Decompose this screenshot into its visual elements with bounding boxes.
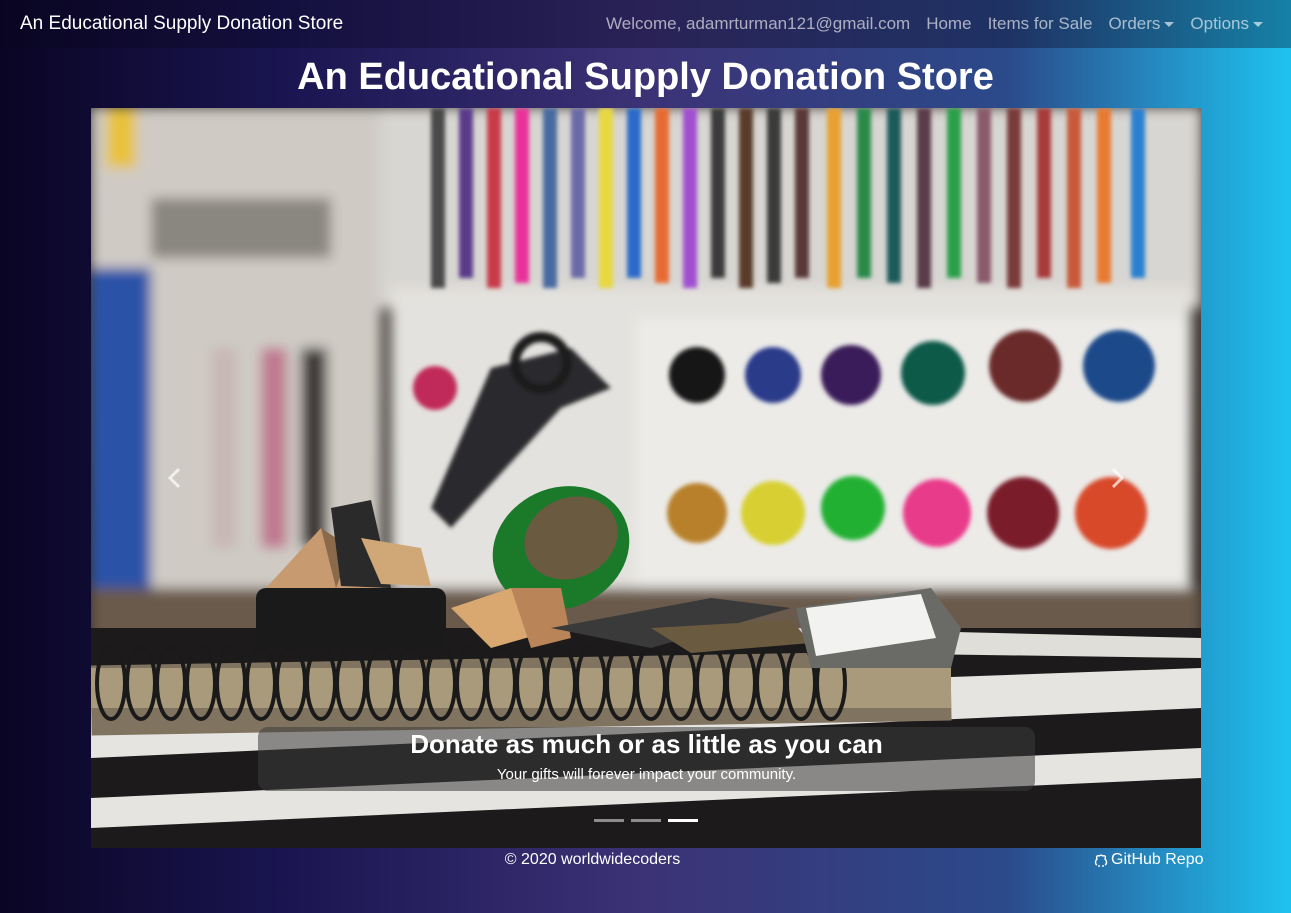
image-carousel: Donate as much or as little as you can Y…: [91, 108, 1201, 848]
navbar: An Educational Supply Donation Store Wel…: [0, 0, 1291, 48]
nav-home-link[interactable]: Home: [926, 14, 971, 34]
nav-options-dropdown[interactable]: Options: [1190, 14, 1263, 34]
options-label: Options: [1190, 14, 1249, 33]
carousel-indicator-2[interactable]: [631, 819, 661, 822]
caption-title: Donate as much or as little as you can: [410, 729, 883, 759]
nav-items-for-sale-link[interactable]: Items for Sale: [988, 14, 1093, 34]
footer-copyright: © 2020 worldwidecoders: [504, 851, 681, 868]
carousel-prev-button[interactable]: [144, 448, 204, 508]
carousel-indicator-1[interactable]: [594, 819, 624, 822]
github-repo-link[interactable]: GitHub Repo: [1093, 851, 1204, 869]
chevron-left-icon: [167, 467, 181, 489]
carousel-caption: Donate as much or as little as you can Y…: [258, 727, 1035, 791]
github-repo-label: GitHub Repo: [1111, 851, 1204, 868]
caret-down-icon: [1253, 22, 1263, 28]
github-icon: [1094, 854, 1108, 867]
carousel-indicator-3[interactable]: [668, 819, 698, 822]
brand-link[interactable]: An Educational Supply Donation Store: [20, 13, 343, 35]
chevron-right-icon: [1111, 467, 1125, 489]
page-title: An Educational Supply Donation Store: [297, 56, 994, 98]
carousel-next-button[interactable]: [1088, 448, 1148, 508]
caption-text: Your gifts will forever impact your comm…: [496, 766, 797, 783]
caret-down-icon: [1164, 22, 1175, 28]
orders-label: Orders: [1108, 14, 1161, 33]
carousel-indicators: [91, 819, 1201, 822]
nav-links: Welcome, adamrturman121@gmail.com Home I…: [606, 14, 1271, 34]
nav-orders-dropdown[interactable]: Orders: [1108, 14, 1175, 34]
welcome-text: Welcome, adamrturman121@gmail.com: [606, 14, 911, 33]
